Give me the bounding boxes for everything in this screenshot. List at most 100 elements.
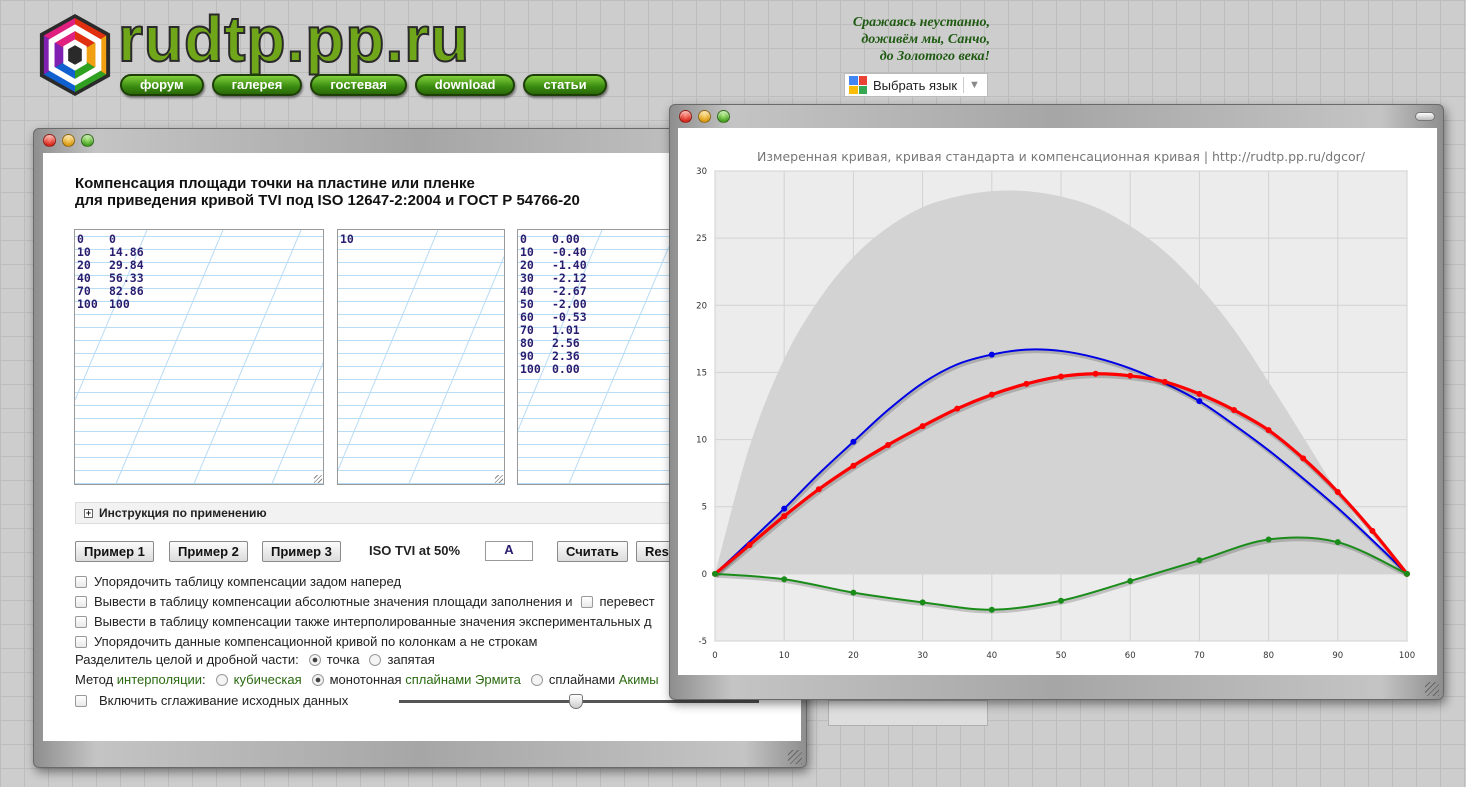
y-tick-label: 15 (696, 368, 707, 378)
maximize-window-button[interactable] (717, 110, 730, 123)
expand-plus-icon[interactable]: + (84, 508, 93, 518)
separator-label: Разделитель целой и дробной части: (75, 652, 299, 667)
cubic-radio[interactable] (215, 673, 228, 686)
data-point (1161, 378, 1168, 385)
table-cell: 2.56 (552, 336, 580, 350)
quote-line: Сражаясь неустанно, (852, 15, 990, 30)
textarea-background (338, 230, 504, 484)
monotone-radio[interactable] (311, 673, 324, 686)
table-cell: -1.40 (552, 258, 587, 272)
data-point (1300, 455, 1307, 462)
site-brand-title[interactable]: rudtp.pp.ru (117, 3, 470, 75)
data-point (1404, 570, 1410, 577)
akima-radio[interactable] (530, 673, 543, 686)
resize-grip-icon[interactable] (788, 750, 802, 764)
separator-row: Разделитель целой и дробной части: точка… (75, 652, 435, 667)
hermite-link[interactable]: сплайнами Эрмита (405, 672, 521, 687)
data-point (815, 486, 822, 493)
y-tick-label: 30 (696, 167, 707, 177)
close-window-button[interactable] (679, 110, 692, 123)
table-cell: 0.00 (552, 362, 580, 376)
nav-articles[interactable]: статьи (523, 74, 607, 96)
nav-gallery[interactable]: галерея (211, 74, 303, 96)
y-tick-label: 20 (696, 301, 707, 311)
table-cell: 0 (109, 232, 116, 246)
option-reverse[interactable]: Упорядочить таблицу компенсации задом на… (75, 574, 401, 589)
data-point (988, 351, 995, 358)
option-label: сплайнами (548, 672, 616, 687)
example-3-button[interactable]: Пример 3 (262, 541, 341, 562)
iso-tvi-label: ISO TVI at 50% (369, 543, 461, 558)
akima-link[interactable]: Акимы (619, 672, 659, 687)
data-point (1334, 488, 1341, 495)
site-logo-icon[interactable] (36, 12, 114, 98)
option-smoothing[interactable]: Включить сглаживание исходных данных (75, 693, 348, 708)
table-cell: 2.36 (552, 349, 580, 363)
option-label: запятая (387, 652, 435, 667)
divider (963, 77, 965, 93)
smoothing-checkbox[interactable] (75, 694, 87, 707)
data-point (746, 541, 753, 548)
maximize-window-button[interactable] (81, 134, 94, 147)
cubic-link[interactable]: кубическая (234, 672, 302, 687)
window-controls (679, 110, 730, 123)
x-tick-label: 80 (1263, 651, 1274, 661)
close-window-button[interactable] (43, 134, 56, 147)
option-label: перевест (599, 594, 655, 609)
nav-download[interactable]: download (414, 74, 516, 96)
parameters-textarea[interactable]: 10 (337, 229, 505, 485)
nav-guestbook[interactable]: гостевая (310, 74, 407, 96)
option-label: Вывести в таблицу компенсации также инте… (94, 614, 652, 629)
nav-forum[interactable]: форум (120, 74, 204, 96)
option-interpolated[interactable]: Вывести в таблицу компенсации также инте… (75, 614, 652, 629)
option-label: монотонная (329, 672, 402, 687)
background-panel (828, 700, 988, 726)
convert-checkbox[interactable] (580, 595, 593, 608)
data-point (919, 599, 926, 606)
minimize-window-button[interactable] (62, 134, 75, 147)
table-row: 10 (340, 233, 502, 246)
table-cell: 29.84 (109, 258, 144, 272)
option-columns[interactable]: Упорядочить данные компенсационной криво… (75, 634, 537, 649)
data-point (781, 505, 788, 512)
method-label: Метод (75, 672, 114, 687)
data-point (1369, 527, 1376, 534)
option-absolute[interactable]: Вывести в таблицу компенсации абсолютные… (75, 594, 655, 609)
data-point (1265, 536, 1272, 543)
table-cell: 1.01 (552, 323, 580, 337)
chart-window: Измеренная кривая, кривая стандарта и ко… (669, 104, 1444, 700)
reverse-checkbox[interactable] (75, 575, 87, 588)
data-point (1196, 557, 1203, 564)
iso-tvi-input[interactable]: A (485, 541, 533, 561)
x-tick-label: 0 (712, 651, 717, 661)
form-title-line: для приведения кривой TVI под ISO 12647-… (75, 192, 580, 209)
separator-comma-radio[interactable] (369, 653, 382, 666)
chevron-down-icon[interactable]: ▼ (969, 79, 980, 91)
absolute-checkbox[interactable] (75, 595, 87, 608)
minimize-window-button[interactable] (698, 110, 711, 123)
input-data-list: 0 0 10 14.86 20 29.84 40 56.33 70 82.86 100 100 (77, 233, 321, 311)
table-cell: 10 (340, 232, 354, 246)
window-controls (43, 134, 94, 147)
data-point (1092, 370, 1099, 377)
form-title: Компенсация площади точки на пластине ил… (75, 175, 580, 209)
calculate-button[interactable]: Считать (557, 541, 628, 562)
instructions-label: Инструкция по применению (99, 506, 267, 520)
interpolation-link[interactable]: интерполяции (117, 672, 202, 687)
google-translate-icon (849, 76, 867, 94)
example-2-button[interactable]: Пример 2 (169, 541, 248, 562)
data-point (988, 391, 995, 398)
columns-checkbox[interactable] (75, 635, 87, 648)
interpolated-checkbox[interactable] (75, 615, 87, 628)
data-point (1023, 380, 1030, 387)
separator-dot-radio[interactable] (308, 653, 321, 666)
language-select[interactable]: Выбрать язык ▼ (844, 73, 988, 97)
toolbar-toggle-button[interactable] (1415, 112, 1435, 121)
smoothing-slider-handle[interactable] (569, 694, 583, 709)
table-cell: -2.12 (552, 271, 587, 285)
data-point (850, 462, 857, 469)
resize-grip-icon[interactable] (1425, 682, 1439, 696)
example-1-button[interactable]: Пример 1 (75, 541, 154, 562)
y-tick-label: 0 (702, 570, 707, 580)
input-data-textarea[interactable]: 0 0 10 14.86 20 29.84 40 56.33 70 82.86 100 100 (74, 229, 324, 485)
